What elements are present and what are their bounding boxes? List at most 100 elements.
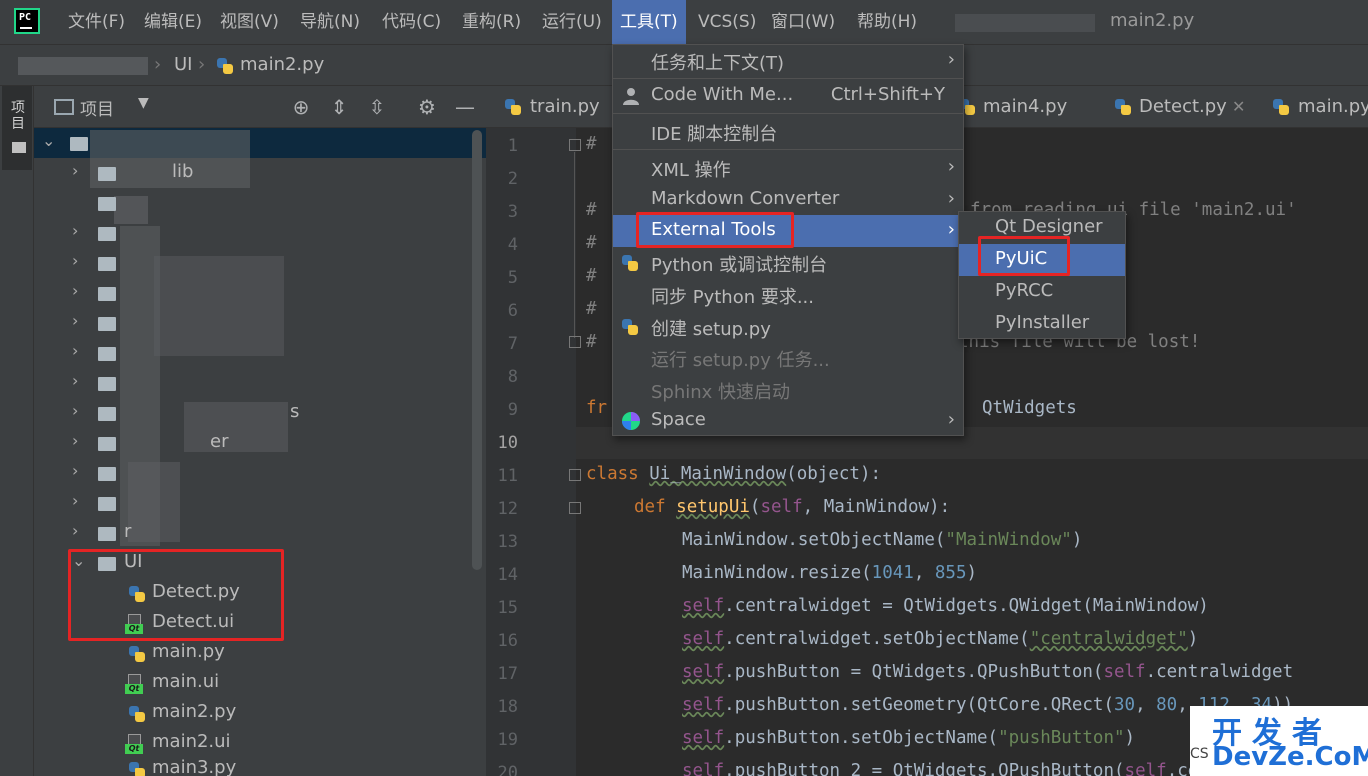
menu-code[interactable]: 代码(C) — [374, 0, 449, 44]
menu-item-label: IDE 脚本控制台 — [651, 124, 778, 145]
menu-item-xml[interactable]: XML 操作 › — [613, 152, 963, 184]
menu-edit[interactable]: 编辑(E) — [136, 0, 210, 44]
tree-item[interactable]: › — [34, 218, 474, 248]
close-icon[interactable]: ✕ — [1232, 86, 1245, 128]
chevron-right-icon[interactable]: › — [72, 431, 78, 450]
tree-item-file[interactable]: main2.py — [34, 698, 474, 728]
fold-marker-icon[interactable] — [569, 469, 581, 481]
expand-all-icon[interactable]: ⇕ — [326, 94, 352, 120]
code-line-6[interactable]: # — [586, 299, 597, 319]
code-line-13[interactable]: MainWindow.setObjectName("MainWindow") — [682, 530, 1082, 550]
folder-icon — [98, 197, 116, 211]
tree-item[interactable]: › — [34, 368, 474, 398]
menu-run[interactable]: 运行(U) — [534, 0, 610, 44]
code-line-5[interactable]: # — [586, 266, 597, 286]
tree-item-file[interactable]: main3.py — [34, 754, 474, 776]
menu-window[interactable]: 窗口(W) — [763, 0, 843, 44]
chevron-right-icon[interactable]: › — [72, 311, 78, 330]
tab-detect[interactable]: Detect.py — [1139, 86, 1227, 128]
chevron-down-icon[interactable]: ⌄ — [42, 131, 55, 150]
project-tool-button[interactable]: 项目 — [2, 86, 32, 170]
tree-item[interactable]: › — [34, 278, 474, 308]
code-line-16[interactable]: self.centralwidget.setObjectName("centra… — [682, 629, 1198, 649]
tree-item[interactable]: › — [34, 338, 474, 368]
code-line-15[interactable]: self.centralwidget = QtWidgets.QWidget(M… — [682, 596, 1209, 616]
tree-item-file[interactable]: main.py — [34, 638, 474, 668]
menu-item-label: 创建 setup.py — [651, 319, 771, 340]
code-line-12[interactable]: def setupUi(self, MainWindow): — [634, 497, 950, 517]
tree-item[interactable]: › er — [34, 428, 474, 458]
code-line-20[interactable]: self.pushButton_2 = QtWidgets.QPushButto… — [682, 761, 1272, 776]
gear-icon[interactable]: ⚙ — [414, 94, 440, 120]
tree-item[interactable]: › lib — [34, 158, 474, 188]
code-line-9-tail[interactable]: QtWidgets — [982, 398, 1077, 418]
menu-item-pyrcc[interactable]: PyRCC — [959, 276, 1125, 308]
code-line-9-head[interactable]: fr — [586, 398, 607, 418]
menu-item-space[interactable]: Space › — [613, 405, 963, 437]
menu-item-tasks[interactable]: 任务和上下文(T) › — [613, 45, 963, 77]
tab-main[interactable]: main.py — [1298, 86, 1368, 128]
tree-item[interactable]: › — [34, 458, 474, 488]
fold-marker-icon[interactable] — [569, 336, 581, 348]
code-line-1[interactable]: # — [586, 134, 597, 154]
chevron-right-icon[interactable]: › — [72, 221, 78, 240]
hide-panel-icon[interactable]: — — [452, 94, 478, 120]
chevron-right-icon[interactable]: › — [72, 341, 78, 360]
code-line-4[interactable]: # — [586, 233, 597, 253]
window-title: main2.py — [1110, 10, 1195, 31]
chevron-down-icon[interactable]: ▼ — [138, 95, 149, 111]
menu-view[interactable]: 视图(V) — [212, 0, 287, 44]
tree-scrollbar[interactable] — [472, 130, 482, 570]
annotation-box — [636, 212, 794, 248]
menu-item-python-console[interactable]: Python 或调试控制台 — [613, 247, 963, 279]
tab-main4[interactable]: main4.py — [983, 86, 1067, 128]
fold-marker-icon[interactable] — [569, 502, 581, 514]
tree-item[interactable]: › — [34, 308, 474, 338]
tree-item[interactable]: › — [34, 248, 474, 278]
code-line-19[interactable]: self.pushButton.setObjectName("pushButto… — [682, 728, 1135, 748]
menu-item-ide-script-console[interactable]: IDE 脚本控制台 — [613, 116, 963, 148]
menu-item-create-setup[interactable]: 创建 setup.py — [613, 311, 963, 343]
tree-item[interactable]: › — [34, 488, 474, 518]
code-line-3-head[interactable]: # — [586, 200, 597, 220]
tab-train[interactable]: train.py — [530, 86, 600, 128]
menu-help[interactable]: 帮助(H) — [849, 0, 925, 44]
menu-item-sync-requirements[interactable]: 同步 Python 要求... — [613, 279, 963, 311]
breadcrumb-file[interactable]: main2.py — [240, 54, 324, 75]
menu-refactor[interactable]: 重构(R) — [454, 0, 529, 44]
chevron-right-icon[interactable]: › — [72, 401, 78, 420]
chevron-right-icon: › — [947, 49, 955, 70]
tree-item[interactable]: › r — [34, 518, 474, 548]
folder-icon — [12, 142, 26, 153]
chevron-right-icon[interactable]: › — [72, 461, 78, 480]
shortcut-label: Ctrl+Shift+Y — [830, 84, 945, 105]
folder-icon — [98, 287, 116, 301]
chevron-right-icon[interactable]: › — [72, 491, 78, 510]
menu-tools[interactable]: 工具(T) — [612, 0, 686, 44]
code-line-14[interactable]: MainWindow.resize(1041, 855) — [682, 563, 977, 583]
tree-item-file[interactable]: Qt main.ui — [34, 668, 474, 698]
chevron-right-icon[interactable]: › — [72, 521, 78, 540]
chevron-right-icon[interactable]: › — [72, 161, 78, 180]
collapse-all-icon[interactable]: ⇳ — [364, 94, 390, 120]
breadcrumb-folder[interactable]: UI — [174, 54, 192, 75]
locate-file-icon[interactable]: ⊕ — [288, 94, 314, 120]
code-line-7-head[interactable]: # — [586, 332, 597, 352]
blurred-breadcrumb-root[interactable] — [18, 57, 148, 75]
menu-item-pyinstaller[interactable]: PyInstaller — [959, 308, 1125, 340]
chevron-right-icon[interactable]: › — [72, 251, 78, 270]
project-panel-title[interactable]: 项目 — [80, 95, 114, 120]
code-line-11[interactable]: class Ui_MainWindow(object): — [586, 464, 881, 484]
tree-item[interactable]: › s — [34, 398, 474, 428]
chevron-right-icon[interactable]: › — [72, 281, 78, 300]
line-number: 20 — [497, 763, 518, 776]
fold-marker-icon[interactable] — [569, 139, 581, 151]
pycharm-logo-icon[interactable]: PC — [14, 8, 40, 34]
menu-file[interactable]: 文件(F) — [60, 0, 133, 44]
code-line-17[interactable]: self.pushButton = QtWidgets.QPushButton(… — [682, 662, 1293, 682]
tree-item[interactable] — [34, 188, 474, 218]
menu-item-code-with-me[interactable]: Code With Me... Ctrl+Shift+Y — [613, 80, 963, 112]
menu-navigate[interactable]: 导航(N) — [292, 0, 368, 44]
menu-vcs[interactable]: VCS(S) — [690, 0, 764, 44]
chevron-right-icon[interactable]: › — [72, 371, 78, 390]
